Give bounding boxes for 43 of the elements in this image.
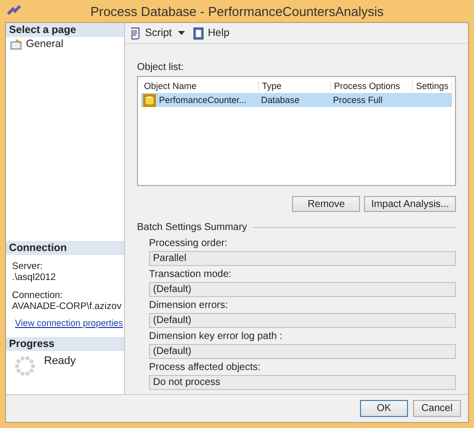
help-book-icon	[192, 26, 205, 40]
sidebar-item[interactable]: General	[6, 37, 124, 51]
readonly-field[interactable]: Parallel	[149, 251, 456, 266]
server-label: Server:	[12, 261, 44, 272]
progress-status: Ready	[44, 355, 76, 369]
app-icon	[7, 4, 21, 16]
column-header[interactable]: Process Options	[331, 81, 413, 91]
caret-icon	[178, 31, 185, 35]
ok-button[interactable]: OK	[360, 400, 408, 417]
view-connection-link[interactable]: View connection properties	[15, 318, 123, 329]
section-header: Connection	[6, 241, 124, 255]
window-title: Process Database - PerformanceCountersAnalysis	[90, 4, 384, 18]
remove-button[interactable]: Remove	[292, 196, 360, 212]
spinner-icon	[14, 355, 36, 377]
table-cell-text: Database	[260, 94, 301, 107]
help-button[interactable]: Help	[192, 26, 230, 40]
script-dropdown[interactable]: Script	[129, 26, 185, 40]
column-header[interactable]: Settings	[413, 81, 452, 91]
script-icon	[129, 26, 142, 40]
table-cell-text: Process Full	[332, 94, 384, 107]
readonly-field[interactable]: (Default)	[149, 344, 456, 359]
server-value: .\asql2012	[12, 272, 57, 283]
column-header[interactable]: Object Name	[141, 81, 259, 91]
readonly-field[interactable]: (Default)	[149, 313, 456, 328]
group-title: Batch Settings Summary	[137, 222, 248, 233]
connection-label: Connection:	[12, 290, 64, 301]
database-icon	[143, 94, 156, 106]
section-header: Progress	[6, 337, 124, 351]
field-label: Dimension errors:	[149, 299, 229, 313]
column-header[interactable]: Type	[259, 81, 331, 91]
section-header: Select a page	[6, 23, 124, 37]
impact-analysis-button[interactable]: Impact Analysis...	[364, 196, 456, 212]
field-label: Processing order:	[149, 237, 228, 251]
readonly-field[interactable]: Do not process	[149, 375, 456, 390]
readonly-field[interactable]: (Default)	[149, 282, 456, 297]
table-cell: PerfomanceCounter...	[159, 95, 247, 105]
object-list-label: Object list:	[137, 62, 185, 73]
field-label: Transaction mode:	[149, 268, 232, 282]
cancel-button[interactable]: Cancel	[413, 400, 461, 417]
table-row[interactable]: PerfomanceCounter... Database Process Full	[141, 93, 452, 107]
page-icon	[10, 38, 23, 50]
field-label: Process affected objects:	[149, 361, 262, 375]
field-label: Dimension key error log path :	[149, 330, 284, 344]
